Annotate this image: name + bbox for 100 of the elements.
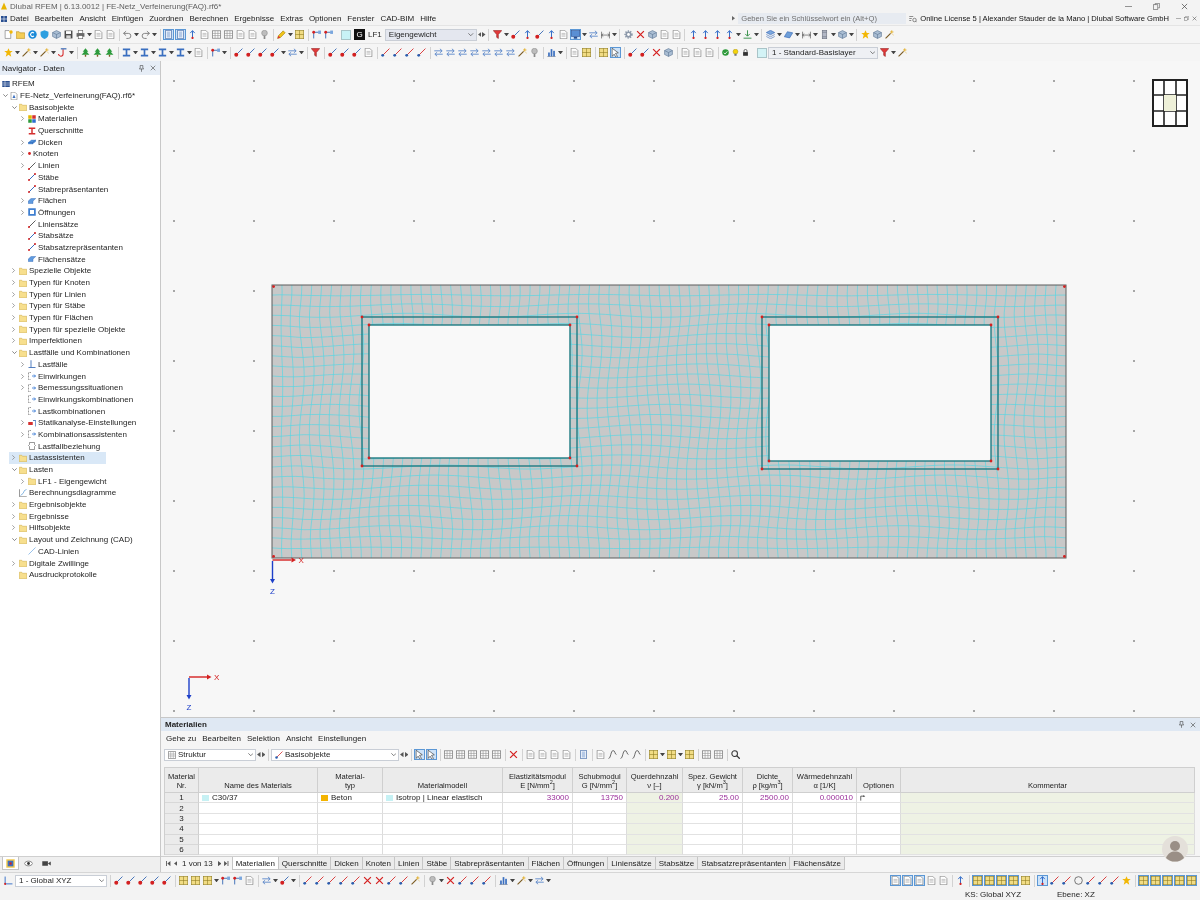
tree-item[interactable]: Lastassistenten [9, 452, 106, 464]
table-icon[interactable] [479, 749, 490, 760]
caret-icon[interactable] [187, 50, 192, 55]
caret-icon[interactable] [288, 32, 293, 37]
pin-icon[interactable] [1178, 721, 1185, 728]
star-icon[interactable] [859, 29, 871, 40]
table-icon[interactable] [491, 749, 502, 760]
document-icon[interactable] [363, 47, 374, 58]
table-icon[interactable] [713, 749, 724, 760]
caret-icon[interactable] [214, 878, 219, 883]
round-pin-icon[interactable] [259, 29, 270, 40]
caret-icon[interactable] [133, 50, 138, 55]
hook-icon[interactable] [57, 47, 68, 58]
document-icon[interactable] [938, 875, 949, 886]
chevron-right-icon[interactable] [12, 303, 16, 309]
tree-item[interactable]: RFEM [0, 78, 39, 90]
double-arrow-icon[interactable] [493, 47, 504, 58]
document-icon[interactable] [595, 749, 606, 760]
tree-icon[interactable] [92, 47, 103, 58]
tree-item[interactable]: Bemessungssituationen [18, 381, 127, 394]
next-icon[interactable] [404, 751, 408, 758]
document-icon[interactable] [890, 875, 901, 886]
tree-item[interactable]: Ergebnisse [9, 510, 74, 523]
menu-item[interactable]: Optionen [305, 14, 345, 23]
document-icon[interactable] [537, 749, 548, 760]
sheet-tab[interactable]: Knoten [361, 857, 395, 870]
expand-arrow-icon[interactable] [732, 16, 736, 21]
grid-icon[interactable] [972, 875, 983, 886]
menu-item[interactable]: Bearbeiten [199, 734, 244, 743]
caret-icon[interactable] [273, 878, 278, 883]
caret-icon[interactable] [169, 50, 174, 55]
curve-icon[interactable] [631, 749, 642, 760]
line-icon[interactable] [302, 875, 313, 886]
next-icon[interactable] [261, 751, 265, 758]
i-beam-icon[interactable] [139, 47, 150, 58]
restore-icon[interactable] [1153, 2, 1160, 10]
caret-icon[interactable] [891, 50, 896, 55]
tree-item[interactable]: Lastfallbeziehung [18, 440, 105, 452]
app-menu-icon[interactable] [1, 15, 7, 22]
grid-icon[interactable] [996, 875, 1007, 886]
tree-item[interactable]: Statikanalyse-Einstellungen [18, 416, 141, 429]
node-icon[interactable] [533, 29, 545, 40]
document-icon[interactable] [199, 29, 210, 40]
node-icon[interactable] [627, 47, 638, 58]
double-arrow-icon[interactable] [445, 47, 456, 58]
caret-icon[interactable] [222, 50, 227, 55]
star-icon[interactable] [3, 47, 14, 58]
caret-icon[interactable] [51, 50, 56, 55]
chevron-down-icon[interactable] [2, 93, 8, 98]
panel-icon[interactable] [175, 29, 186, 40]
wand-icon[interactable] [516, 875, 527, 886]
grid-icon[interactable] [1186, 875, 1197, 886]
cursor-icon[interactable] [610, 47, 621, 58]
menu-item[interactable]: Berechnen [186, 14, 232, 23]
document-icon[interactable] [704, 47, 715, 58]
caret-icon[interactable] [528, 878, 533, 883]
tree-item[interactable]: CAD-Linien [18, 545, 83, 558]
tree-item[interactable]: Berechnungsdiagramme [9, 487, 121, 499]
menu-item[interactable]: Datei [7, 14, 32, 23]
axis-arrow-icon[interactable] [955, 875, 966, 886]
close-icon[interactable] [1190, 721, 1196, 728]
sheet-tab[interactable]: Dicken [330, 857, 363, 870]
document-icon[interactable] [914, 875, 925, 886]
navigator-tab[interactable] [2, 857, 19, 870]
sheet-tab[interactable]: Stabsatzrepräsentanten [697, 857, 791, 870]
menu-item[interactable]: Zuordnen [146, 14, 187, 23]
cross-icon[interactable] [362, 875, 373, 886]
line-icon[interactable] [469, 875, 480, 886]
cross-icon[interactable] [651, 47, 662, 58]
chevron-right-icon[interactable] [12, 326, 16, 332]
line-icon[interactable] [416, 47, 427, 58]
document-icon[interactable] [926, 875, 937, 886]
caret-icon[interactable] [510, 878, 515, 883]
cube-icon[interactable] [663, 47, 674, 58]
tree-item[interactable]: Einwirkungskombinationen [18, 393, 138, 406]
caret-icon[interactable] [546, 878, 551, 883]
new-document-icon[interactable] [3, 29, 14, 40]
chevron-down-icon[interactable] [98, 878, 104, 883]
menu-item[interactable]: Ansicht [282, 734, 316, 743]
wand-icon[interactable] [883, 29, 895, 40]
node-icon[interactable] [257, 47, 268, 58]
lock-icon[interactable] [741, 48, 750, 57]
close-icon[interactable] [1181, 2, 1188, 10]
node-icon[interactable] [113, 875, 124, 886]
sheet-tab[interactable]: Liniensätze [607, 857, 656, 870]
document-icon[interactable] [569, 47, 580, 58]
panel-icon[interactable] [163, 29, 174, 40]
sheet-tab[interactable]: Öffnungen [563, 857, 609, 870]
node-line-icon[interactable] [232, 875, 243, 886]
tree-item[interactable]: Ergebnisobjekte [9, 498, 91, 511]
grid-icon[interactable] [1138, 875, 1149, 886]
tree-item[interactable]: Stabsatzrepräsentanten [18, 241, 127, 254]
search-icon[interactable] [730, 749, 741, 760]
chevron-right-icon[interactable] [12, 338, 16, 344]
funnel-icon[interactable] [879, 47, 890, 58]
tree-item[interactable]: Flächen [18, 194, 71, 207]
document-icon[interactable] [902, 875, 913, 886]
line-icon[interactable] [380, 47, 391, 58]
grid-icon[interactable] [1008, 875, 1019, 886]
menu-item[interactable]: Extras [277, 14, 306, 23]
